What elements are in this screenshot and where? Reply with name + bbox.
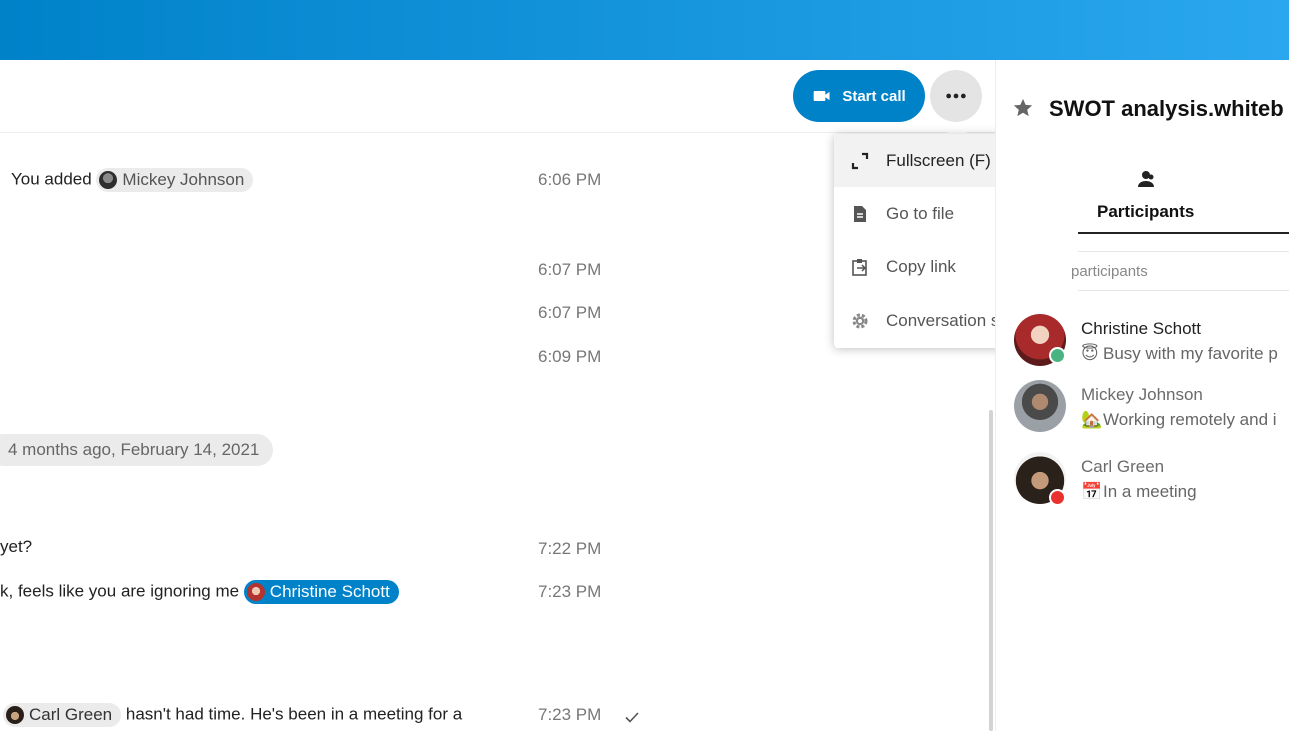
chat-header: Start call [0, 60, 995, 133]
message-time: 6:06 PM [538, 170, 602, 189]
mention-name: Carl Green [29, 705, 113, 724]
date-separator: 4 months ago, February 14, 2021 [0, 434, 274, 466]
menu-item-label: Go to file [886, 203, 955, 223]
status-text: In a meeting [1103, 482, 1197, 501]
clipboard-icon [852, 258, 867, 276]
message-row: 6:07 PM [0, 297, 640, 327]
system-message-text: You added [11, 169, 92, 189]
right-sidebar: SWOT analysis.whiteb Participants partic… [995, 60, 1289, 731]
participant-row[interactable]: Mickey Johnson 🏡Working remotely and i [1014, 380, 1289, 440]
file-icon [854, 205, 866, 222]
divider [1078, 251, 1289, 252]
menu-item-label: Fullscreen (F) [886, 150, 991, 170]
message-content: k, feels like you are ignoring me Christ… [0, 580, 399, 604]
message-text: yet? [0, 537, 33, 556]
gear-icon [852, 313, 868, 328]
status-text: Busy with my favorite p [1103, 344, 1278, 363]
avatar [99, 171, 118, 189]
contacts-icon [1138, 171, 1154, 187]
message-time: 7:22 PM [538, 539, 602, 558]
user-mention[interactable]: Christine Schott [243, 580, 399, 604]
participant-row[interactable]: Carl Green 📅In a meeting [1014, 452, 1289, 512]
message-row: k, feels like you are ignoring me Christ… [0, 576, 640, 606]
checkmark-icon [625, 712, 639, 723]
status-emoji: 📅 [1081, 482, 1103, 501]
user-mention[interactable]: Carl Green [3, 703, 122, 727]
system-message: You added Mickey Johnson [11, 168, 254, 192]
menu-item-label: Copy link [886, 256, 956, 276]
status-emoji: 😇 [1081, 344, 1099, 363]
participants-section-label: participants [1071, 263, 1148, 280]
do-not-disturb-status-dot [1049, 489, 1066, 506]
message-time: 6:07 PM [538, 260, 602, 279]
video-camera-icon [813, 91, 830, 101]
participant-name: Carl Green [1081, 457, 1165, 476]
avatar [246, 583, 265, 601]
message-time: 6:09 PM [538, 347, 602, 366]
participant-status: 📅In a meeting [1081, 482, 1197, 502]
message-text: hasn't had time. He's been in a meeting … [125, 704, 463, 724]
status-text: Working remotely and i [1103, 410, 1277, 429]
online-status-dot [1049, 347, 1066, 364]
message-text: k, feels like you are ignoring me [0, 581, 240, 601]
fullscreen-icon [851, 152, 869, 169]
start-call-label: Start call [842, 87, 906, 105]
participant-status: 😇 Busy with my favorite p [1081, 344, 1278, 364]
message-time: 6:07 PM [538, 303, 602, 322]
message-time: 7:23 PM [538, 705, 602, 724]
user-mention[interactable]: Mickey Johnson [96, 168, 254, 192]
avatar [6, 706, 24, 724]
participant-row[interactable]: Christine Schott 😇 Busy with my favorite … [1014, 314, 1289, 374]
message-row: 6:09 PM [0, 341, 640, 371]
start-call-button[interactable]: Start call [793, 70, 925, 122]
divider [1078, 290, 1289, 291]
mention-name: Mickey Johnson [122, 170, 245, 189]
message-row: Carl Green hasn't had time. He's been in… [0, 699, 640, 729]
participant-name: Christine Schott [1081, 319, 1201, 338]
scrollbar[interactable] [989, 410, 993, 731]
participant-status: 🏡Working remotely and i [1081, 410, 1277, 430]
star-icon[interactable] [1012, 97, 1034, 119]
top-navigation-bar [0, 0, 1289, 60]
message-row: yet? 7:22 PM [0, 533, 640, 563]
menu-arrow [946, 123, 968, 134]
avatar [1014, 380, 1066, 432]
message-row: You added Mickey Johnson 6:06 PM [0, 164, 640, 194]
message-row: 6:07 PM [0, 254, 640, 284]
more-icon [946, 93, 966, 99]
message-content: Carl Green hasn't had time. He's been in… [3, 703, 462, 727]
participant-name: Mickey Johnson [1081, 385, 1203, 404]
more-actions-button[interactable] [930, 70, 982, 122]
message-time: 7:23 PM [538, 582, 602, 601]
sidebar-title: SWOT analysis.whiteb [1049, 96, 1284, 121]
tab-participants[interactable]: Participants [1078, 164, 1289, 234]
status-emoji: 🏡 [1081, 410, 1103, 429]
tab-label: Participants [1097, 202, 1195, 221]
mention-name: Christine Schott [269, 582, 390, 601]
